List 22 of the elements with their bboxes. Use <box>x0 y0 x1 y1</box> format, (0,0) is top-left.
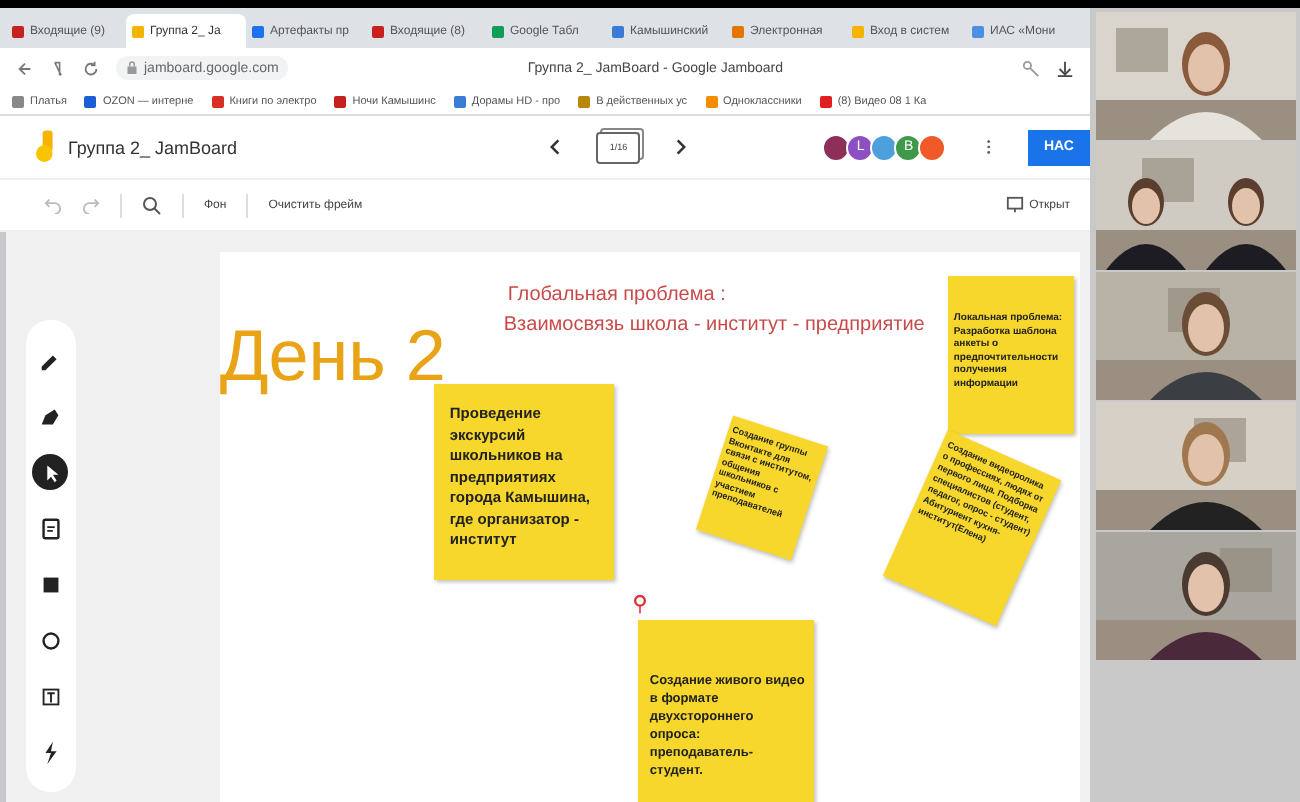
heading-text: Взаимосвязь школа - институт - предприятие <box>503 312 925 340</box>
board-title[interactable]: Группа 2_ JamBoard <box>67 137 539 157</box>
download-icon[interactable] <box>1056 59 1074 77</box>
more-icon[interactable] <box>986 136 992 158</box>
text-box-icon <box>37 683 64 709</box>
jamboard-logo-icon <box>36 128 56 166</box>
avatar[interactable] <box>870 133 899 161</box>
zoom-icon[interactable] <box>142 195 162 215</box>
heading-text: Глобальная проблема : <box>505 282 728 310</box>
avatar[interactable] <box>918 133 947 161</box>
rotate-handle-icon[interactable] <box>631 594 648 614</box>
sticky-note-icon <box>37 515 64 541</box>
present-icon <box>1005 196 1024 214</box>
next-frame-icon[interactable] <box>676 138 687 156</box>
key-icon[interactable] <box>1022 59 1040 77</box>
back-icon[interactable] <box>16 59 34 77</box>
tool-button[interactable] <box>32 454 69 490</box>
avatar[interactable] <box>822 133 851 161</box>
previous-frame-icon[interactable] <box>550 138 561 156</box>
circle-icon <box>37 627 64 653</box>
lock-icon <box>126 60 138 76</box>
reload-icon[interactable] <box>82 59 100 77</box>
